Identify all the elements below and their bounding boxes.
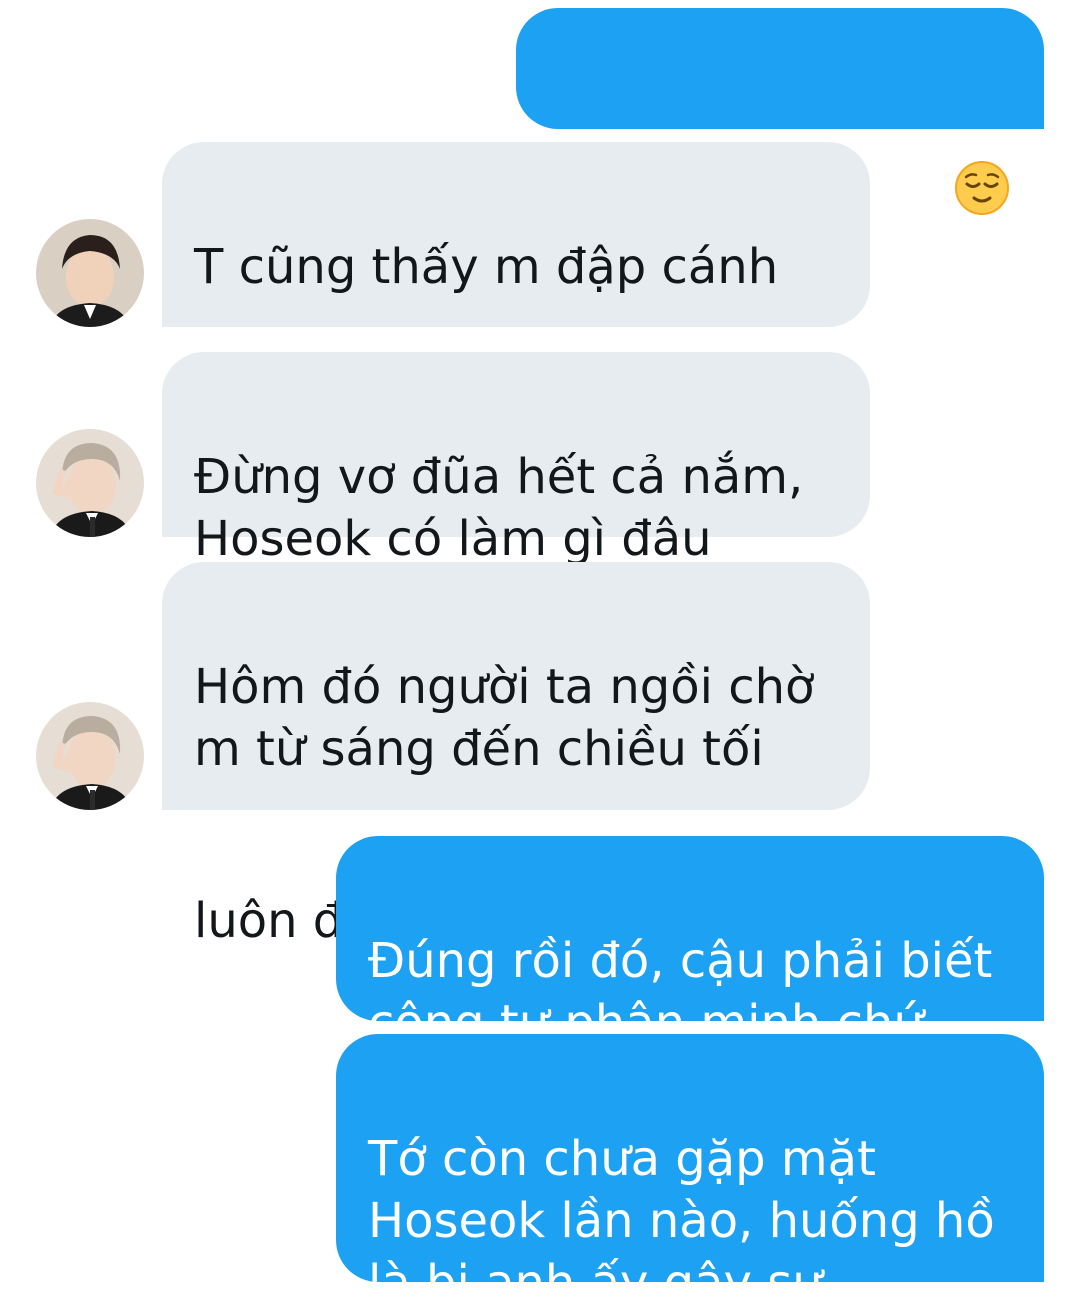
avatar[interactable] bbox=[36, 702, 144, 810]
received-message-bubble[interactable]: T cũng thấy m đập cánh hơi xa rồi đó Tae… bbox=[162, 142, 870, 467]
message-text: Tớ còn chưa gặp mặt Hoseok lần nào, huốn… bbox=[368, 1131, 995, 1311]
sent-message-bubble[interactable]: Tớ còn chưa gặp mặt Hoseok lần nào, huốn… bbox=[336, 1034, 1044, 1311]
tears-of-joy-emoji bbox=[747, 298, 803, 415]
sent-message-bubble[interactable]: Đúng rồi đó, cậu phải biết công tư phân … bbox=[336, 836, 1044, 1051]
avatar[interactable] bbox=[36, 219, 144, 327]
sneezing-face-emoji bbox=[381, 780, 437, 897]
avatar[interactable] bbox=[36, 429, 144, 537]
received-message-bubble[interactable]: Đừng vơ đũa hết cả nắm, Hoseok có làm gì… bbox=[162, 352, 870, 567]
sent-message-bubble[interactable]: Xem phim ít thôi bbox=[516, 8, 1044, 267]
relieved-face-emoji bbox=[954, 98, 1010, 215]
message-text: Đừng vơ đũa hết cả nắm, Hoseok có làm gì… bbox=[194, 449, 804, 567]
received-message-bubble[interactable]: Hôm đó người ta ngồi chờ m từ sáng đến c… bbox=[162, 562, 870, 949]
